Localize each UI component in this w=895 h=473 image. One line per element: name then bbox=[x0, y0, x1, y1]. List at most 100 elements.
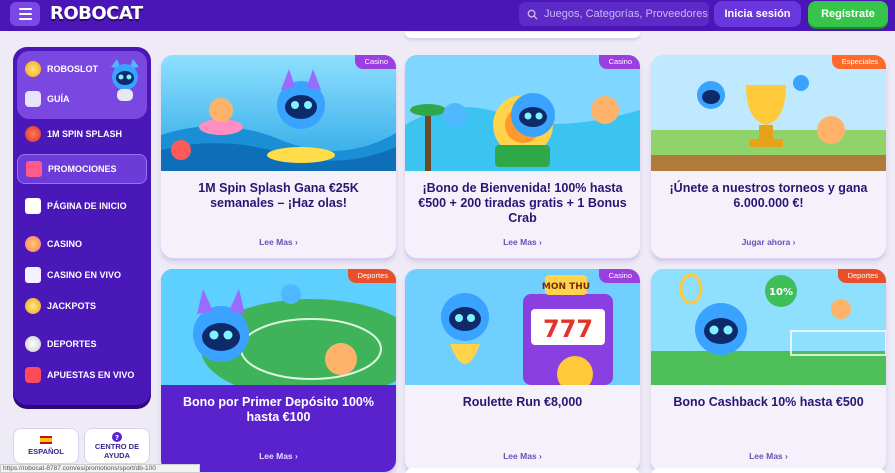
sidebar-item-label: PÁGINA DE INICIO bbox=[47, 201, 127, 211]
menu-line bbox=[18, 8, 32, 10]
sidebar-item-roboslot[interactable]: ROBOSLOT bbox=[17, 54, 147, 84]
cashback-bubble-text: 10% bbox=[769, 287, 793, 298]
live-casino-icon bbox=[25, 267, 41, 283]
gift-icon bbox=[26, 161, 42, 177]
promo-card-roulette-run[interactable]: 777 MON THU Casino Roulette Run €8,000 L… bbox=[405, 269, 640, 472]
spin-splash-banner-image bbox=[161, 55, 396, 171]
register-button[interactable]: Regístrate bbox=[808, 1, 888, 27]
chevron-right-icon: › bbox=[792, 237, 796, 247]
home-icon bbox=[25, 198, 41, 214]
category-badge: Deportes bbox=[347, 269, 396, 283]
hamburger-menu-button[interactable] bbox=[10, 2, 40, 26]
chevron-right-icon: › bbox=[539, 237, 542, 247]
category-badge: Casino bbox=[354, 55, 396, 69]
robocat-logo[interactable]: ROBOCAT bbox=[50, 3, 143, 24]
card-title: ¡Bono de Bienvenida! 100% hasta €500 + 2… bbox=[418, 181, 627, 225]
top-navigation-bar: ROBOCAT Juegos, Categorías, Proveedores … bbox=[0, 0, 895, 31]
logo-text: ROBOCAT bbox=[50, 3, 143, 24]
promo-card-tournaments[interactable]: Especiales ¡Únete a nuestros torneos y g… bbox=[651, 55, 886, 258]
link-label: Lee Mas bbox=[503, 451, 537, 461]
card-title: 1M Spin Splash Gana €25K semanales – ¡Ha… bbox=[198, 181, 359, 210]
previous-row-card-edge bbox=[405, 32, 640, 38]
login-button[interactable]: Inicia sesión bbox=[714, 1, 801, 27]
read-more-link[interactable]: Lee Mas › bbox=[405, 237, 640, 247]
cashback-banner-image: 10% bbox=[651, 269, 886, 385]
sidebar-item-spin-splash[interactable]: 1M SPIN SPLASH bbox=[17, 119, 147, 149]
sidebar-item-label: PROMOCIONES bbox=[48, 164, 117, 174]
chevron-right-icon: › bbox=[539, 451, 542, 461]
next-row-card-edge bbox=[651, 468, 886, 473]
read-more-link[interactable]: Lee Mas › bbox=[651, 451, 886, 461]
sidebar-item-home[interactable]: PÁGINA DE INICIO bbox=[17, 191, 147, 221]
language-label: ESPAÑOL bbox=[28, 447, 64, 456]
link-label: Lee Mas bbox=[259, 451, 293, 461]
casino-chip-icon bbox=[25, 236, 41, 252]
guide-icon bbox=[25, 91, 41, 107]
football-icon bbox=[25, 336, 41, 352]
slot-sign-text: MON THU bbox=[542, 282, 590, 292]
card-title: ¡Únete a nuestros torneos y gana 6.000.0… bbox=[669, 181, 868, 210]
promo-card-welcome-bonus[interactable]: Casino ¡Bono de Bienvenida! 100% hasta €… bbox=[405, 55, 640, 258]
svg-text:?: ? bbox=[115, 434, 119, 442]
menu-line bbox=[18, 13, 32, 15]
help-center-button[interactable]: ? CENTRO DE AYUDA bbox=[84, 428, 150, 464]
sidebar-item-label: JACKPOTS bbox=[47, 301, 97, 311]
read-more-link[interactable]: Lee Mas › bbox=[161, 237, 396, 247]
sidebar-item-live-casino[interactable]: CASINO EN VIVO bbox=[17, 260, 147, 290]
spin-splash-icon bbox=[25, 126, 41, 142]
link-label: Lee Mas bbox=[259, 237, 293, 247]
sidebar-item-guide[interactable]: GUÍA bbox=[17, 84, 147, 114]
chevron-right-icon: › bbox=[295, 451, 298, 461]
spain-flag-icon bbox=[40, 436, 52, 444]
sidebar-item-label: APUESTAS EN VIVO bbox=[47, 370, 135, 380]
sidebar-item-label: 1M SPIN SPLASH bbox=[47, 129, 123, 139]
sidebar-item-label: ROBOSLOT bbox=[47, 64, 98, 74]
help-label-line-1: CENTRO DE bbox=[94, 442, 140, 451]
sidebar-item-label: DEPORTES bbox=[47, 339, 97, 349]
search-icon bbox=[527, 9, 538, 20]
help-icon: ? bbox=[112, 432, 122, 442]
link-label: Lee Mas bbox=[503, 237, 537, 247]
slot-digits: 777 bbox=[543, 315, 593, 343]
first-deposit-banner-image bbox=[161, 269, 396, 385]
play-now-link[interactable]: Jugar ahora › bbox=[651, 237, 886, 247]
jackpot-icon bbox=[25, 298, 41, 314]
sidebar-item-label: CASINO bbox=[47, 239, 83, 249]
menu-line bbox=[18, 18, 32, 20]
roboslot-icon bbox=[25, 61, 41, 77]
tournaments-banner-image bbox=[651, 55, 886, 171]
sidebar-item-jackpots[interactable]: JACKPOTS bbox=[17, 291, 147, 321]
read-more-link[interactable]: Lee Mas › bbox=[161, 451, 396, 461]
chevron-right-icon: › bbox=[785, 451, 788, 461]
card-title: Roulette Run €8,000 bbox=[462, 395, 583, 409]
search-placeholder: Juegos, Categorías, Proveedores bbox=[544, 8, 708, 20]
sidebar-item-deportes[interactable]: DEPORTES bbox=[17, 329, 147, 359]
sidebar-item-casino[interactable]: CASINO bbox=[17, 229, 147, 259]
category-badge: Casino bbox=[598, 55, 640, 69]
browser-status-url: https://robocat-8787.com/es/promotions/s… bbox=[0, 464, 200, 473]
search-input[interactable]: Juegos, Categorías, Proveedores bbox=[519, 2, 709, 26]
promo-card-first-deposit[interactable]: Deportes Bono por Primer Depósito 100% h… bbox=[161, 269, 396, 472]
chevron-right-icon: › bbox=[295, 237, 298, 247]
language-selector[interactable]: ESPAÑOL bbox=[13, 428, 79, 464]
next-row-card-edge bbox=[405, 468, 640, 473]
category-badge: Casino bbox=[598, 269, 640, 283]
category-badge: Especiales bbox=[831, 55, 886, 69]
category-badge: Deportes bbox=[837, 269, 886, 283]
card-title: Bono Cashback 10% hasta €500 bbox=[673, 395, 864, 409]
promo-card-cashback[interactable]: 10% Deportes Bono Cashback 10% hasta €50… bbox=[651, 269, 886, 472]
welcome-bonus-banner-image bbox=[405, 55, 640, 171]
read-more-link[interactable]: Lee Mas › bbox=[405, 451, 640, 461]
sidebar-item-label: GUÍA bbox=[47, 94, 70, 104]
promo-card-spin-splash[interactable]: Casino 1M Spin Splash Gana €25K semanale… bbox=[161, 55, 396, 258]
sidebar-item-label: CASINO EN VIVO bbox=[47, 270, 122, 280]
help-label-line-2: AYUDA bbox=[104, 451, 130, 460]
link-label: Lee Mas bbox=[749, 451, 783, 461]
sidebar-item-live-bets[interactable]: APUESTAS EN VIVO bbox=[17, 360, 147, 390]
sidebar: ROBOSLOT GUÍA 1M SPIN SPLASH PROMOCIONES… bbox=[13, 47, 151, 405]
sidebar-item-promociones[interactable]: PROMOCIONES bbox=[17, 154, 147, 184]
live-bets-icon bbox=[25, 367, 41, 383]
link-label: Jugar ahora bbox=[741, 237, 791, 247]
card-title: Bono por Primer Depósito 100% hasta €100 bbox=[182, 395, 374, 424]
roulette-run-banner-image: 777 MON THU bbox=[405, 269, 640, 385]
